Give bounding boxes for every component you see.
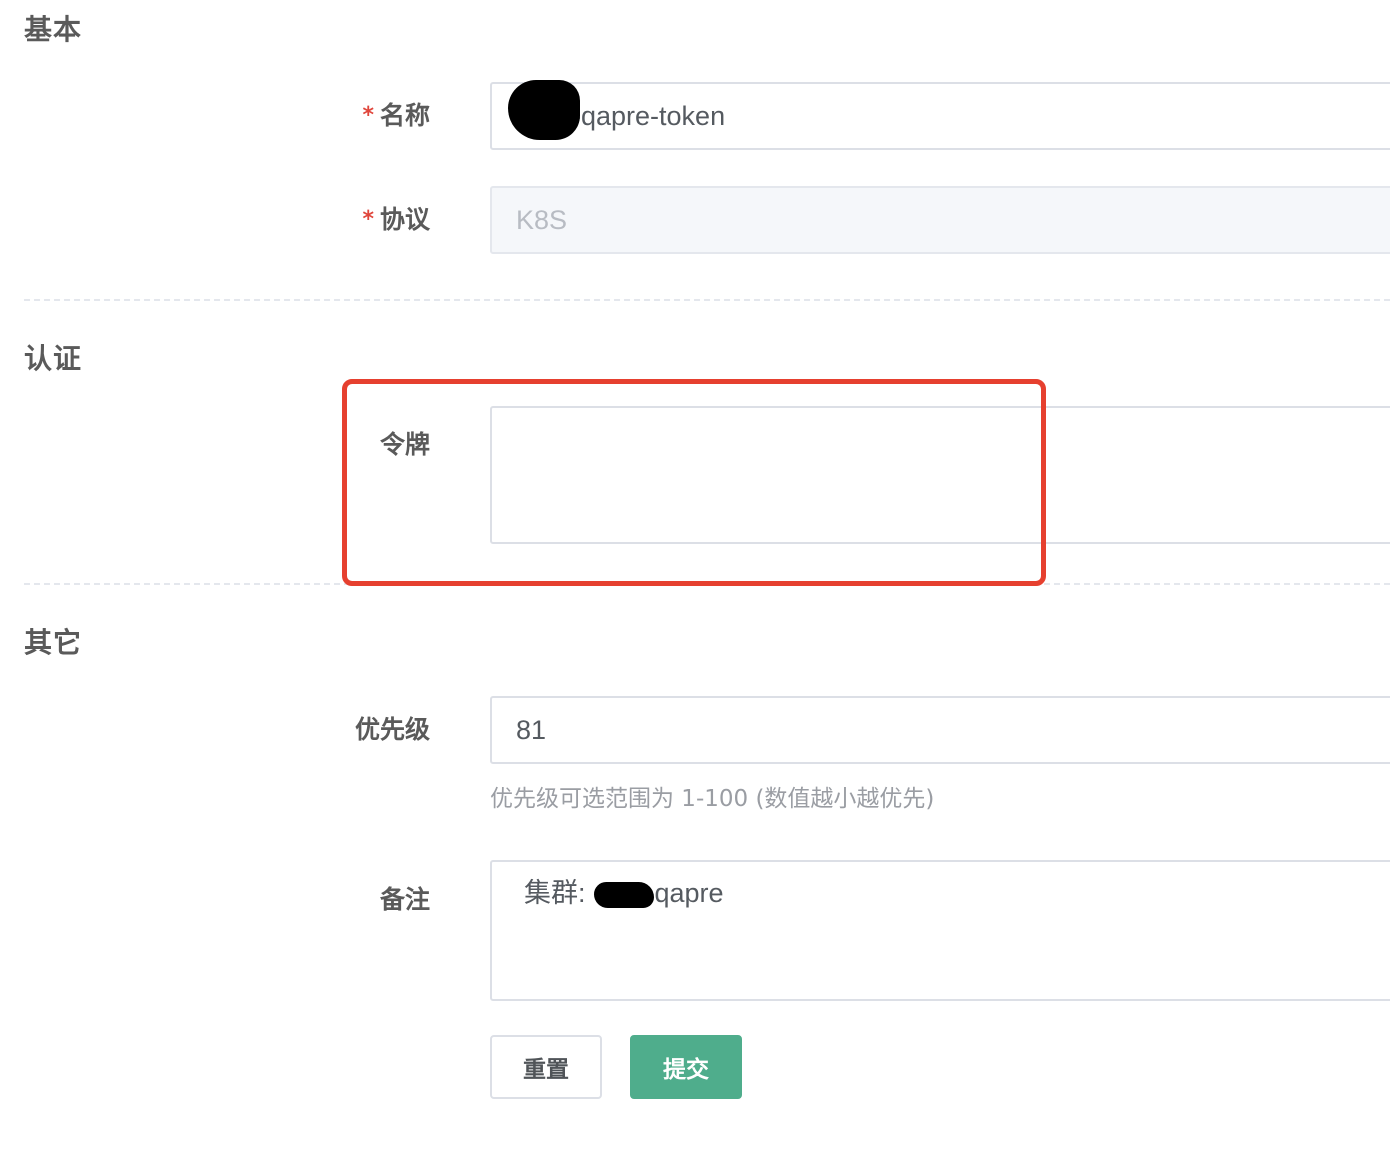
protocol-label: * 协议 [24,202,430,240]
priority-label: 优先级 [354,715,430,744]
name-label: * 名称 [24,98,430,136]
redaction-mark [594,882,654,908]
section-title-other: 其它 [24,626,83,659]
redaction-mark [508,80,580,140]
required-mark: * [362,103,374,128]
name-label-text: 名称 [379,101,430,130]
priority-input[interactable] [490,696,1390,764]
token-label: 令牌 [379,430,430,459]
protocol-input [490,186,1390,254]
submit-button[interactable]: 提交 [630,1035,742,1099]
name-input[interactable] [490,82,1390,150]
section-divider [24,583,1390,585]
reset-button[interactable]: 重置 [490,1035,602,1099]
section-title-basic: 基本 [24,13,83,46]
protocol-label-text: 协议 [379,205,430,234]
required-mark: * [362,207,374,232]
priority-hint: 优先级可选范围为 1-100 (数值越小越优先) [490,786,935,812]
remark-label: 备注 [379,885,430,914]
section-divider [24,299,1390,301]
section-title-auth: 认证 [24,342,83,375]
token-textarea[interactable] [490,406,1390,544]
